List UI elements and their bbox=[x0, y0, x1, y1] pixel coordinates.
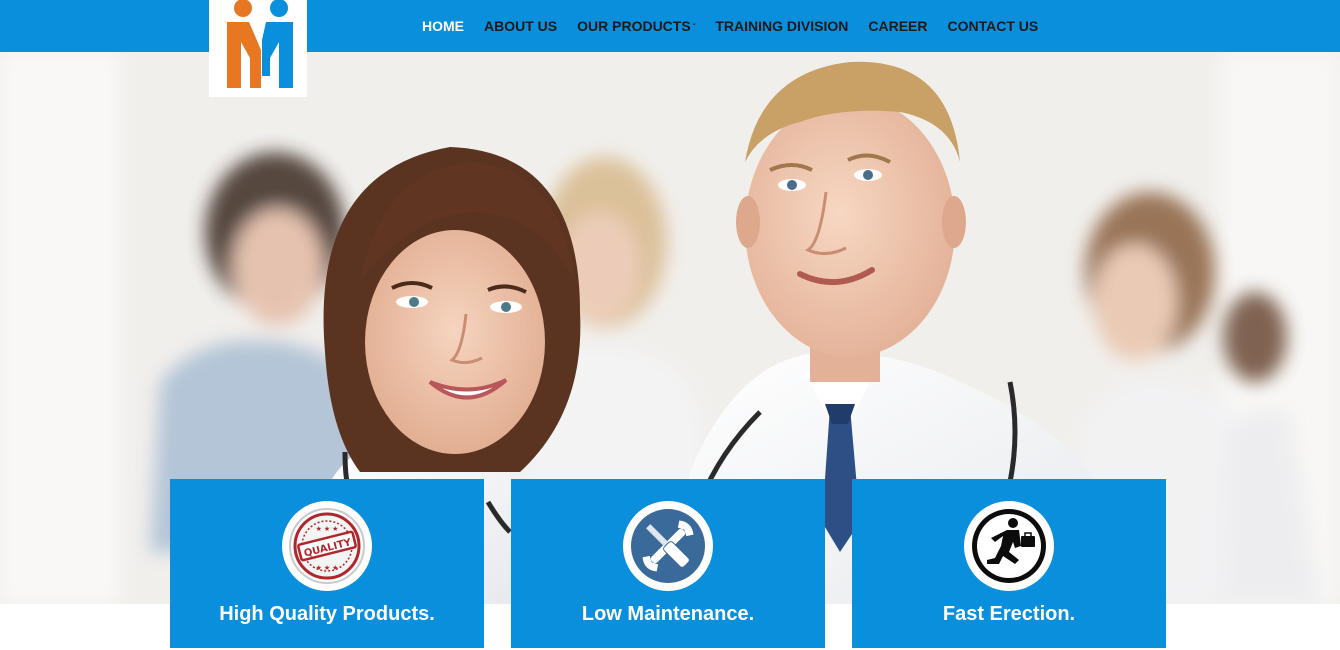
nav-about-us-label: ABOUT US bbox=[484, 18, 558, 34]
svg-text:★ ★ ★: ★ ★ ★ bbox=[316, 564, 339, 572]
feature-card-erection: Fast Erection. bbox=[852, 479, 1166, 648]
nav-training-division-label: TRAINING DIVISION bbox=[715, 18, 849, 34]
feature-title: Low Maintenance. bbox=[581, 603, 755, 625]
quality-stamp-icon: QUALITY ★ ★ ★ ★ ★ ★ bbox=[289, 508, 365, 584]
chevron-down-icon: ˇ bbox=[692, 22, 696, 32]
nav-training-division[interactable]: TRAINING DIVISION bbox=[705, 18, 858, 34]
nav-home-label: HOME bbox=[422, 18, 464, 34]
running-businessman-icon bbox=[972, 509, 1046, 583]
wrench-screwdriver-icon bbox=[631, 509, 705, 583]
two-people-m-logo-icon bbox=[227, 0, 293, 88]
feature-icon-circle: QUALITY ★ ★ ★ ★ ★ ★ bbox=[282, 501, 372, 591]
nav-about-us[interactable]: ABOUT US bbox=[474, 18, 567, 34]
site-logo[interactable] bbox=[209, 0, 307, 97]
nav-contact-us[interactable]: CONTACT US bbox=[938, 18, 1049, 34]
nav-career-label: CAREER bbox=[868, 18, 928, 34]
feature-title: High Quality Products. bbox=[219, 603, 435, 625]
nav-career[interactable]: CAREER bbox=[858, 18, 937, 34]
nav-our-products-label: OUR PRODUCTS bbox=[577, 18, 691, 34]
nav-home[interactable]: HOME bbox=[412, 18, 474, 34]
feature-card-maintenance: Low Maintenance. bbox=[511, 479, 825, 648]
nav-contact-us-label: CONTACT US bbox=[947, 18, 1039, 34]
main-nav: HOME ABOUT US OUR PRODUCTS ˇ TRAINING DI… bbox=[412, 0, 1048, 52]
svg-text:★ ★ ★: ★ ★ ★ bbox=[316, 525, 339, 533]
nav-our-products[interactable]: OUR PRODUCTS ˇ bbox=[567, 18, 705, 34]
feature-icon-circle bbox=[964, 501, 1054, 591]
feature-card-quality: QUALITY ★ ★ ★ ★ ★ ★ High Quality Product… bbox=[170, 479, 484, 648]
feature-icon-circle bbox=[623, 501, 713, 591]
feature-title: Fast Erection. bbox=[942, 603, 1076, 625]
